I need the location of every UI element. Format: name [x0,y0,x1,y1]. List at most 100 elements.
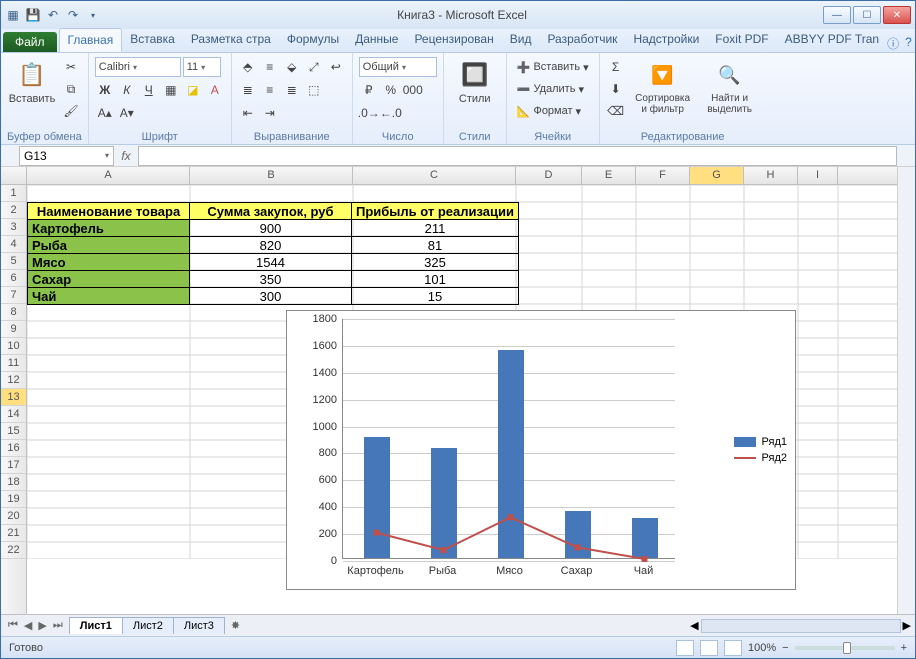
paste-button[interactable]: 📋 Вставить [7,57,57,107]
last-sheet-button[interactable]: ⏭ [50,619,66,632]
row-header-3[interactable]: 3 [1,219,26,236]
zoom-in-button[interactable]: + [901,642,907,654]
decrease-indent-button[interactable]: ⇤ [238,103,258,123]
ribbon-tab-10[interactable]: ABBYY PDF Tran [777,28,887,52]
ribbon-tab-7[interactable]: Разработчик [539,28,625,52]
fill-button[interactable]: ⬇ [606,79,626,99]
save-icon[interactable]: 💾 [25,7,41,23]
sheet-tab-0[interactable]: Лист1 [69,617,123,634]
horizontal-scrollbar[interactable]: ◀▶ [690,619,915,633]
file-tab[interactable]: Файл [3,32,57,52]
underline-button[interactable]: Ч [139,80,159,100]
minimize-ribbon-icon[interactable]: ⓘ [887,35,899,52]
italic-button[interactable]: К [117,80,137,100]
row-header-17[interactable]: 17 [1,457,26,474]
first-sheet-button[interactable]: ⏮ [5,619,21,632]
ribbon-tab-8[interactable]: Надстройки [625,28,707,52]
zoom-slider[interactable] [795,646,895,650]
format-cells-button[interactable]: 📐 Формат ▾ [513,101,585,121]
sheet-tab-1[interactable]: Лист2 [122,617,174,634]
delete-cells-button[interactable]: ➖ Удалить ▾ [513,79,588,99]
embedded-chart[interactable]: 020040060080010001200140016001800 Картоф… [286,310,796,590]
ribbon-tab-0[interactable]: Главная [59,28,123,52]
formula-input[interactable] [138,146,897,166]
font-color-button[interactable]: A [205,80,225,100]
clear-button[interactable]: ⌫ [606,101,626,121]
row-header-8[interactable]: 8 [1,304,26,321]
merge-button[interactable]: ⬚ [304,80,324,100]
row-header-9[interactable]: 9 [1,321,26,338]
new-sheet-button[interactable]: ✸ [225,619,246,632]
comma-button[interactable]: 000 [403,80,423,100]
name-box[interactable]: G13▾ [19,146,114,166]
ribbon-tab-1[interactable]: Вставка [122,28,183,52]
cell-styles-button[interactable]: 🔲 Стили [450,57,500,107]
row-header-20[interactable]: 20 [1,508,26,525]
ribbon-tab-5[interactable]: Рецензирован [406,28,501,52]
ribbon-tab-3[interactable]: Формулы [279,28,347,52]
wrap-text-button[interactable]: ↩ [326,57,346,77]
row-header-14[interactable]: 14 [1,406,26,423]
row-header-16[interactable]: 16 [1,440,26,457]
minimize-button[interactable]: — [823,6,851,24]
increase-font-button[interactable]: A▴ [95,103,115,123]
qat-dropdown-icon[interactable]: ▾ [85,7,101,23]
vertical-scrollbar[interactable] [897,167,915,614]
col-header-D[interactable]: D [516,167,582,184]
cut-button[interactable]: ✂ [61,57,81,77]
row-header-13[interactable]: 13 [1,389,26,406]
redo-icon[interactable]: ↷ [65,7,81,23]
decrease-font-button[interactable]: A▾ [117,103,137,123]
align-right-button[interactable]: ≣ [282,80,302,100]
font-name-combo[interactable]: Calibri▾ [95,57,181,77]
prev-sheet-button[interactable]: ◀ [21,619,35,632]
ribbon-tab-4[interactable]: Данные [347,28,406,52]
col-header-I[interactable]: I [798,167,838,184]
row-header-4[interactable]: 4 [1,236,26,253]
sort-filter-button[interactable]: 🔽 Сортировка и фильтр [630,57,696,117]
zoom-level[interactable]: 100% [748,642,776,654]
zoom-out-button[interactable]: − [782,642,788,654]
col-header-B[interactable]: B [190,167,353,184]
autosum-button[interactable]: Σ [606,57,626,77]
normal-view-button[interactable] [676,640,694,656]
align-middle-button[interactable]: ≡ [260,57,280,77]
col-header-F[interactable]: F [636,167,690,184]
col-header-G[interactable]: G [690,167,744,184]
col-header-C[interactable]: C [353,167,516,184]
percent-button[interactable]: % [381,80,401,100]
help-icon[interactable]: ? [905,35,912,52]
sheet-tab-2[interactable]: Лист3 [173,617,225,634]
align-left-button[interactable]: ≣ [238,80,258,100]
find-select-button[interactable]: 🔍 Найти и выделить [700,57,760,117]
increase-decimal-button[interactable]: .0→ [359,103,379,123]
border-button[interactable]: ▦ [161,80,181,100]
fx-icon[interactable]: fx [114,149,138,163]
orientation-button[interactable]: ⤢ [304,57,324,77]
row-header-18[interactable]: 18 [1,474,26,491]
row-header-15[interactable]: 15 [1,423,26,440]
bold-button[interactable]: Ж [95,80,115,100]
fill-color-button[interactable]: ◪ [183,80,203,100]
col-header-H[interactable]: H [744,167,798,184]
col-header-E[interactable]: E [582,167,636,184]
currency-button[interactable]: ₽ [359,80,379,100]
align-top-button[interactable]: ⬘ [238,57,258,77]
cells-area[interactable]: Наименование товараСумма закупок, рубПри… [27,185,897,614]
next-sheet-button[interactable]: ▶ [35,619,49,632]
increase-indent-button[interactable]: ⇥ [260,103,280,123]
row-header-7[interactable]: 7 [1,287,26,304]
row-header-6[interactable]: 6 [1,270,26,287]
row-header-10[interactable]: 10 [1,338,26,355]
maximize-button[interactable]: ☐ [853,6,881,24]
align-bottom-button[interactable]: ⬙ [282,57,302,77]
font-size-combo[interactable]: 11▾ [183,57,221,77]
format-painter-button[interactable]: 🖌 [61,101,81,121]
page-break-view-button[interactable] [724,640,742,656]
row-header-1[interactable]: 1 [1,185,26,202]
ribbon-tab-6[interactable]: Вид [502,28,540,52]
row-header-2[interactable]: 2 [1,202,26,219]
row-header-21[interactable]: 21 [1,525,26,542]
row-header-12[interactable]: 12 [1,372,26,389]
select-all-corner[interactable] [1,167,27,184]
